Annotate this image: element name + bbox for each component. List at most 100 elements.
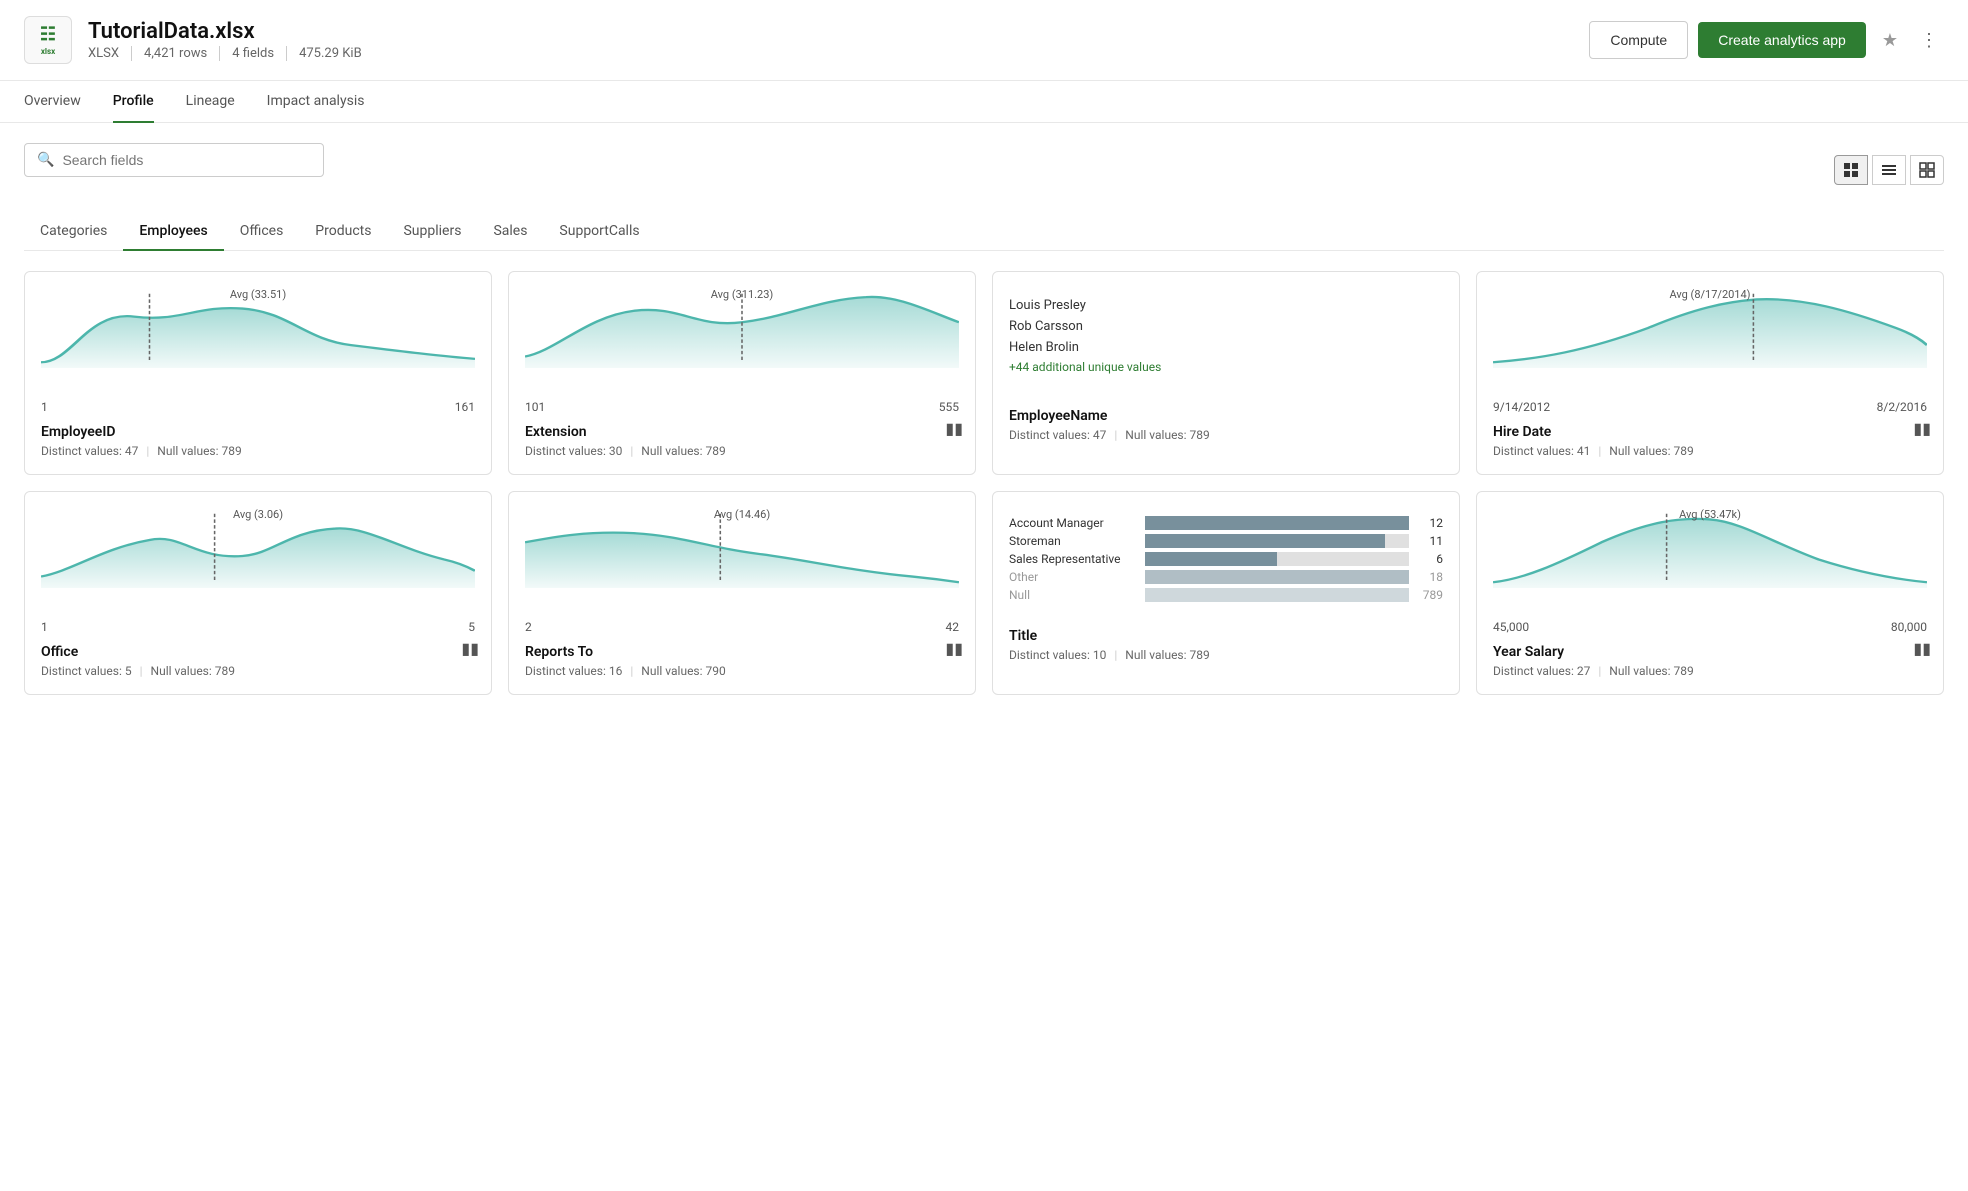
tab-overview[interactable]: Overview	[24, 81, 81, 123]
card-reports-to: Avg (14.46) 2 42 Reports To Distinct val…	[508, 491, 976, 695]
range-max: 80,000	[1891, 620, 1927, 634]
card-employee-id: Avg (33.51) 1 161 EmployeeID Distinct va…	[24, 271, 492, 475]
field-name: Year Salary	[1493, 644, 1927, 660]
distinct-values: Distinct values: 47	[41, 444, 138, 458]
card-hire-date: Avg (8/17/2014) 9/14/2012 8/2/2016 Hire …	[1476, 271, 1944, 475]
field-name: Title	[1009, 628, 1443, 644]
bar-track	[1145, 516, 1409, 530]
footer-title: Title Distinct values: 10 | Null values:…	[1009, 628, 1443, 662]
cat-tab-products[interactable]: Products	[299, 213, 387, 251]
bar-value-muted: 18	[1415, 570, 1443, 584]
main-nav-tabs: Overview Profile Lineage Impact analysis	[0, 81, 1968, 123]
field-name: EmployeeName	[1009, 408, 1443, 424]
star-button[interactable]: ★	[1876, 24, 1904, 57]
bar-row: Other 18	[1009, 570, 1443, 584]
tab-impact-analysis[interactable]: Impact analysis	[267, 81, 365, 123]
null-values: Null values: 789	[1125, 428, 1209, 442]
file-info: ☷ xlsx TutorialData.xlsx XLSX 4,421 rows…	[24, 16, 374, 64]
field-name: EmployeeID	[41, 424, 475, 440]
list-icon	[1881, 162, 1897, 178]
category-tabs: Categories Employees Offices Products Su…	[24, 213, 1944, 251]
grid-view-button[interactable]	[1834, 155, 1868, 185]
cat-tab-suppliers[interactable]: Suppliers	[387, 213, 477, 251]
field-name: Extension	[525, 424, 959, 440]
bar-chart-icon: ▮▮	[1913, 639, 1931, 658]
avg-label: Avg (14.46)	[714, 508, 770, 521]
bar-chart: Account Manager 12 Storeman 11 Sales Rep…	[1009, 516, 1443, 602]
null-values: Null values: 789	[151, 664, 235, 678]
distinct-values: Distinct values: 10	[1009, 648, 1106, 662]
bar-fill	[1145, 588, 1409, 602]
range-max: 8/2/2016	[1877, 400, 1927, 414]
bar-row: Storeman 11	[1009, 534, 1443, 548]
file-type: XLSX	[88, 46, 132, 61]
file-icon-label: xlsx	[41, 47, 55, 56]
file-size: 475.29 KiB	[299, 46, 374, 61]
footer-reports-to: Reports To Distinct values: 16 | Null va…	[525, 644, 959, 678]
card-meta: Distinct values: 47 | Null values: 789	[41, 444, 475, 458]
card-employee-name: Louis Presley Rob Carsson Helen Brolin +…	[992, 271, 1460, 475]
bar-fill	[1145, 552, 1277, 566]
null-values: Null values: 789	[1125, 648, 1209, 662]
create-analytics-button[interactable]: Create analytics app	[1698, 22, 1866, 58]
footer-office: Office Distinct values: 5 | Null values:…	[41, 644, 475, 678]
card-meta: Distinct values: 27 | Null values: 789	[1493, 664, 1927, 678]
more-options-button[interactable]: ⋮	[1914, 24, 1944, 57]
bar-value: 6	[1415, 552, 1443, 566]
footer-extension: Extension Distinct values: 30 | Null val…	[525, 424, 959, 458]
bar-chart-icon: ▮▮	[1913, 419, 1931, 438]
tab-profile[interactable]: Profile	[113, 81, 154, 123]
chart-reports-to: Avg (14.46)	[525, 508, 959, 608]
header-actions: Compute Create analytics app ★ ⋮	[1589, 21, 1944, 59]
footer-employee-id: EmployeeID Distinct values: 47 | Null va…	[41, 424, 475, 458]
card-meta: Distinct values: 30 | Null values: 789	[525, 444, 959, 458]
grid-icon	[1843, 162, 1859, 178]
range-min: 2	[525, 620, 532, 634]
compute-button[interactable]: Compute	[1589, 21, 1688, 59]
bar-chart-icon: ▮▮	[945, 419, 963, 438]
cards-grid: Avg (33.51) 1 161 EmployeeID Distinct va…	[24, 271, 1944, 695]
chart-year-salary: Avg (53.47k)	[1493, 508, 1927, 608]
card-meta: Distinct values: 16 | Null values: 790	[525, 664, 959, 678]
file-fields: 4 fields	[232, 46, 287, 61]
bar-chart-icon: ▮▮	[461, 639, 479, 658]
cat-tab-offices[interactable]: Offices	[224, 213, 300, 251]
range-min: 9/14/2012	[1493, 400, 1550, 414]
file-details: TutorialData.xlsx XLSX 4,421 rows 4 fiel…	[88, 19, 374, 61]
bar-track	[1145, 570, 1409, 584]
card-meta: Distinct values: 47 | Null values: 789	[1009, 428, 1443, 442]
search-container[interactable]: 🔍	[24, 143, 324, 177]
card-meta: Distinct values: 41 | Null values: 789	[1493, 444, 1927, 458]
search-icon: 🔍	[37, 152, 54, 168]
page-header: ☷ xlsx TutorialData.xlsx XLSX 4,421 rows…	[0, 0, 1968, 81]
cat-tab-employees[interactable]: Employees	[123, 213, 223, 251]
null-values: Null values: 789	[1609, 664, 1693, 678]
avg-label: Avg (33.51)	[230, 288, 286, 301]
search-input[interactable]	[62, 152, 311, 168]
avg-label: Avg (311.23)	[711, 288, 773, 301]
range-year-salary: 45,000 80,000	[1493, 620, 1927, 634]
bar-fill	[1145, 516, 1409, 530]
cat-tab-sales[interactable]: Sales	[477, 213, 543, 251]
card-year-salary: Avg (53.47k) 45,000 80,000 Year Salary D…	[1476, 491, 1944, 695]
range-max: 555	[939, 400, 959, 414]
toolbar: 🔍	[24, 143, 1944, 197]
range-extension: 101 555	[525, 400, 959, 414]
cat-tab-supportcalls[interactable]: SupportCalls	[543, 213, 655, 251]
distinct-values: Distinct values: 5	[41, 664, 132, 678]
footer-hire-date: Hire Date Distinct values: 41 | Null val…	[1493, 424, 1927, 458]
avg-label: Avg (3.06)	[233, 508, 283, 521]
cat-tab-categories[interactable]: Categories	[24, 213, 123, 251]
field-name: Office	[41, 644, 475, 660]
chart-extension: Avg (311.23)	[525, 288, 959, 388]
tab-lineage[interactable]: Lineage	[186, 81, 235, 123]
list-view-button[interactable]	[1872, 155, 1906, 185]
extra-values: +44 additional unique values	[1009, 358, 1443, 377]
table-view-button[interactable]	[1910, 155, 1944, 185]
field-name: Hire Date	[1493, 424, 1927, 440]
card-extension: Avg (311.23) 101 555 Extension Distinct …	[508, 271, 976, 475]
range-max: 42	[946, 620, 960, 634]
bar-row: Account Manager 12	[1009, 516, 1443, 530]
card-office: Avg (3.06) 1 5 Office Distinct values: 5…	[24, 491, 492, 695]
chart-hire-date: Avg (8/17/2014)	[1493, 288, 1927, 388]
